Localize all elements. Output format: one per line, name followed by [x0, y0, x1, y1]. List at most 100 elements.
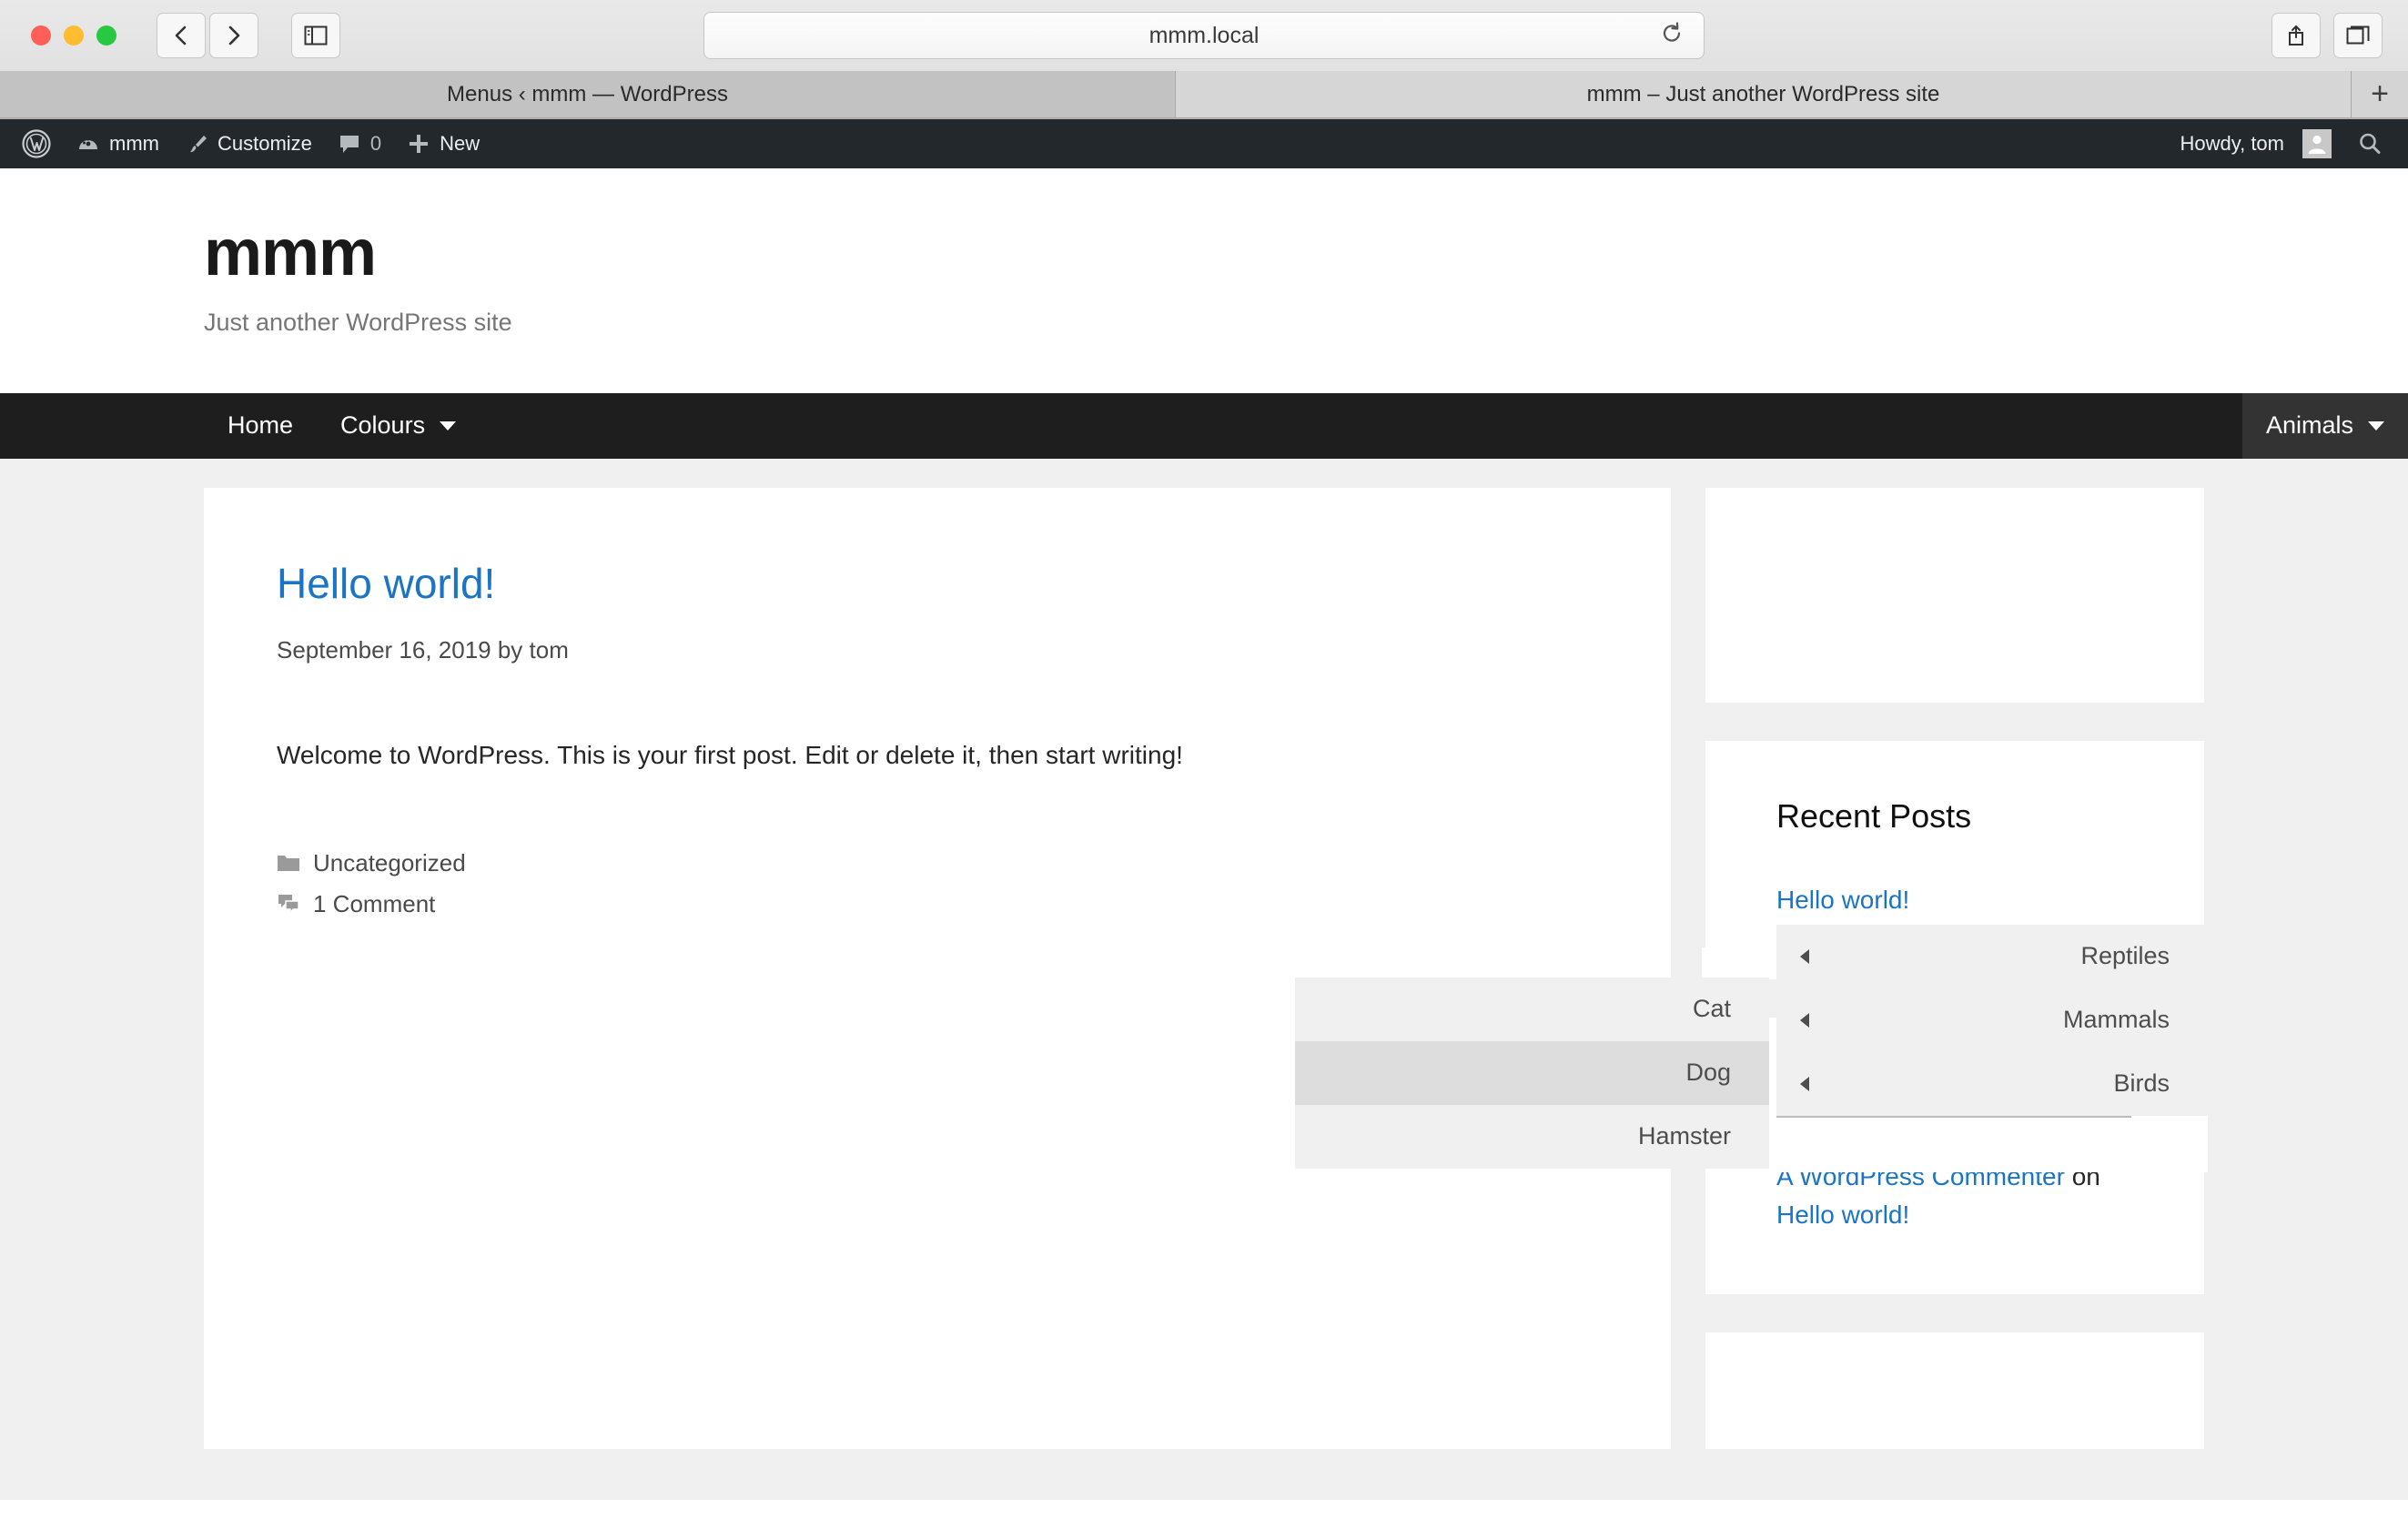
dropdown-item-mammals[interactable]: Mammals [1776, 988, 2208, 1052]
url-text: mmm.local [1148, 22, 1260, 48]
post-category-row[interactable]: Uncategorized [277, 849, 1598, 877]
folder-icon [277, 852, 300, 874]
dropdown-item-label: Reptiles [2080, 942, 2170, 970]
window-controls [31, 25, 116, 46]
forward-button[interactable] [209, 13, 258, 58]
maximize-window-button[interactable] [96, 25, 116, 46]
comment-target-link[interactable]: Hello world! [1776, 1201, 1909, 1229]
dropdown-mammals-submenu: Cat Dog Hamster [1295, 977, 1769, 1169]
adminbar-comments[interactable]: 0 [325, 119, 394, 168]
dropdown-item-reptiles[interactable]: Reptiles [1776, 924, 2208, 988]
dropdown-animals-submenu: Reptiles Mammals Birds [1776, 924, 2208, 1116]
site-header: mmm Just another WordPress site [0, 168, 2408, 393]
dropdown-divider [1776, 1115, 2131, 1118]
tab-overview-button[interactable] [2333, 13, 2383, 58]
adminbar-comments-count: 0 [369, 132, 382, 155]
site-title[interactable]: mmm [204, 218, 2408, 289]
nav-item-label: Animals [2265, 411, 2353, 440]
nav-item-animals[interactable]: Animals [2241, 392, 2408, 459]
browser-chrome: mmm.local Menus ‹ mmm — WordPress mmm – … [0, 0, 2408, 119]
dropdown-item-label: Cat [1692, 995, 1731, 1023]
dropdown-item-dog[interactable]: Dog [1295, 1040, 1769, 1105]
adminbar-my-account[interactable]: Howdy, tom [2167, 119, 2344, 168]
paintbrush-icon [185, 132, 208, 156]
adminbar-new-label: New [440, 132, 481, 155]
browser-tab-2[interactable]: mmm – Just another WordPress site [1176, 71, 2352, 117]
tab-title: mmm – Just another WordPress site [1586, 81, 1940, 106]
reload-button[interactable] [1660, 22, 1684, 50]
comment-bubble-icon [338, 132, 361, 156]
nav-left-group: Home Colours [204, 393, 480, 459]
nav-item-label: Colours [340, 411, 426, 440]
dropdown-item-cat[interactable]: Cat [1295, 977, 1769, 1041]
nav-right-group: Animals [2241, 392, 2408, 459]
menu-gap-patch-a [1702, 947, 1776, 978]
nav-item-home[interactable]: Home [204, 393, 317, 459]
plus-icon [407, 132, 430, 156]
wordpress-logo-icon [22, 129, 51, 158]
close-window-button[interactable] [31, 25, 51, 46]
forward-chevron-icon [228, 25, 240, 46]
browser-toolbar: mmm.local [0, 0, 2408, 71]
chevron-down-icon [440, 420, 457, 431]
share-button[interactable] [2271, 13, 2321, 58]
user-avatar-icon [2308, 135, 2326, 154]
adminbar-new[interactable]: New [394, 119, 492, 168]
minimize-window-button[interactable] [64, 25, 84, 46]
widget-archives [1705, 1332, 2204, 1449]
dropdown-item-label: Birds [2113, 1069, 2170, 1098]
comments-icon [277, 893, 300, 916]
back-button[interactable] [157, 13, 206, 58]
page-body: Hello world! September 16, 2019 by tom W… [0, 458, 2408, 1500]
chevron-left-icon [1800, 1076, 1809, 1091]
recent-post-link[interactable]: Hello world! [1776, 881, 2133, 919]
post-footer: Uncategorized 1 Comment [277, 849, 1598, 918]
share-icon [2289, 25, 2303, 46]
dropdown-item-label: Dog [1685, 1059, 1731, 1087]
dashboard-icon [76, 132, 100, 156]
menu-gap-patch-c [1769, 1115, 2208, 1172]
adminbar-howdy-label: Howdy, tom [2180, 132, 2284, 155]
adminbar-right-group: Howdy, tom [2167, 119, 2408, 168]
chevron-left-icon [1800, 948, 1809, 964]
post-category-label: Uncategorized [313, 848, 466, 876]
tab-bar: Menus ‹ mmm — WordPress mmm – Just anoth… [0, 71, 2408, 118]
widget-nav-menu [1705, 487, 2204, 703]
primary-navigation: Home Colours Animals [0, 392, 2408, 459]
sidebar-toggle-icon [304, 25, 328, 46]
nav-item-colours[interactable]: Colours [317, 393, 480, 459]
adminbar-customize[interactable]: Customize [172, 119, 325, 168]
adminbar-site-name[interactable]: mmm [64, 119, 172, 168]
dropdown-item-hamster[interactable]: Hamster [1295, 1104, 1769, 1169]
post-article: Hello world! September 16, 2019 by tom W… [204, 487, 1671, 1449]
site-description: Just another WordPress site [204, 308, 512, 336]
back-chevron-icon [175, 25, 187, 46]
post-comments-row[interactable]: 1 Comment [277, 890, 1598, 918]
adminbar-search-button[interactable] [2344, 119, 2395, 168]
tab-title: Menus ‹ mmm — WordPress [447, 81, 728, 106]
sidebar-toggle-button[interactable] [291, 13, 340, 58]
adminbar-site-name-label: mmm [109, 132, 159, 155]
reload-icon [1663, 22, 1681, 42]
browser-tab-1[interactable]: Menus ‹ mmm — WordPress [0, 71, 1176, 117]
dropdown-item-label: Hamster [1637, 1122, 1731, 1150]
dropdown-item-birds[interactable]: Birds [1776, 1051, 2208, 1116]
tab-overview-icon [2346, 25, 2370, 45]
address-bar[interactable]: mmm.local [703, 12, 1705, 59]
nav-item-label: Home [228, 411, 294, 440]
search-icon [2357, 131, 2383, 157]
address-bar-container: mmm.local [703, 12, 1705, 59]
plus-icon: + [2371, 76, 2389, 111]
adminbar-customize-label: Customize [217, 132, 312, 155]
chevron-left-icon [1800, 1012, 1809, 1028]
avatar [2302, 129, 2332, 158]
dropdown-item-label: Mammals [2062, 1006, 2170, 1034]
chevron-down-icon [2368, 420, 2384, 431]
post-excerpt: Welcome to WordPress. This is your first… [277, 740, 1183, 769]
adminbar-wp-logo[interactable] [9, 119, 64, 168]
wordpress-admin-bar: mmm Customize 0 New Howdy, tom [0, 119, 2408, 168]
post-title-link[interactable]: Hello world! [277, 559, 1598, 609]
post-comments-label: 1 Comment [313, 889, 436, 917]
new-tab-button[interactable]: + [2352, 71, 2408, 117]
widget-title: Recent Posts [1776, 796, 1972, 835]
